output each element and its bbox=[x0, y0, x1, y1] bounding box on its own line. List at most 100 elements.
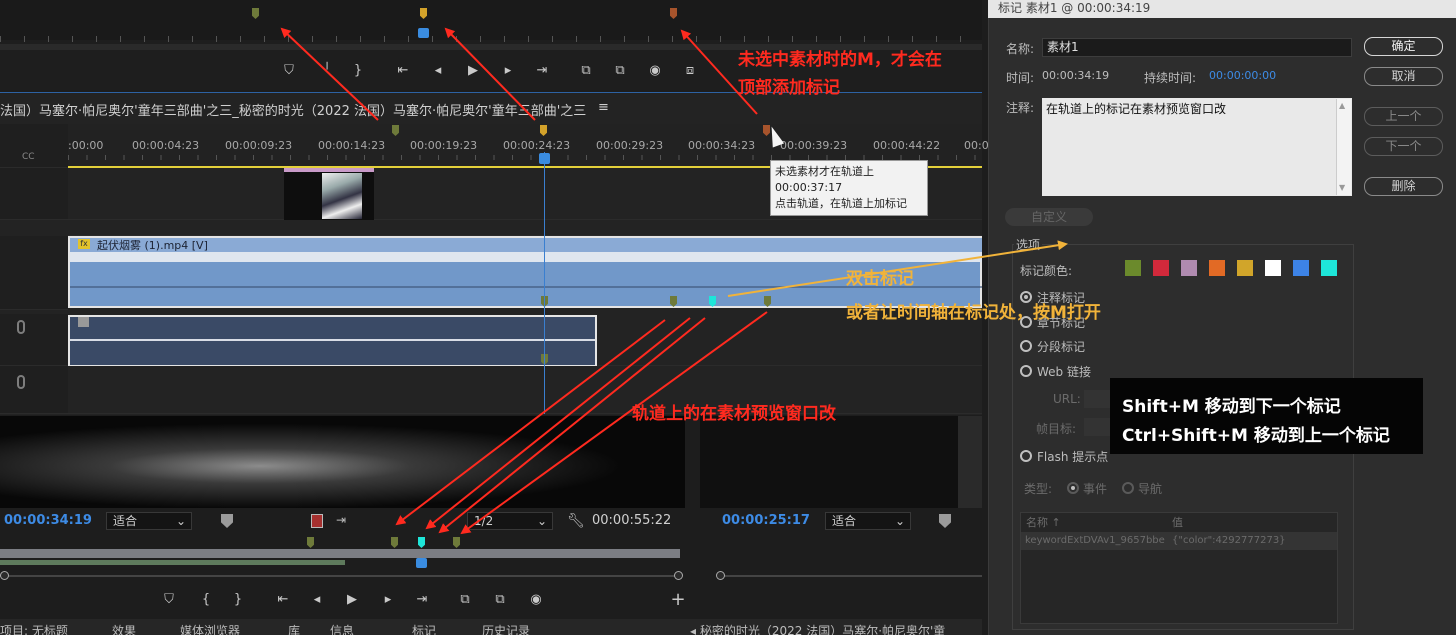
program-fit-select[interactable]: 适合 ⌄ bbox=[825, 512, 911, 530]
radio-flash-cue[interactable] bbox=[1020, 450, 1032, 462]
radio-label: 分段标记 bbox=[1037, 340, 1086, 354]
audio-clip[interactable] bbox=[68, 315, 597, 367]
scroll-down-icon[interactable]: ▼ bbox=[1339, 183, 1345, 192]
go-to-out-button[interactable]: ⇥ bbox=[412, 590, 432, 610]
overwrite-button[interactable]: ⧉ bbox=[490, 590, 510, 610]
step-back-button[interactable]: ◂ bbox=[428, 62, 448, 80]
add-button[interactable]: + bbox=[668, 590, 688, 610]
go-to-in-button[interactable]: ⇤ bbox=[393, 62, 413, 80]
mark-in-button[interactable]: { bbox=[196, 590, 216, 610]
radio-event[interactable] bbox=[1067, 482, 1079, 494]
time-value[interactable]: 00:00:34:19 bbox=[1042, 69, 1109, 82]
menu-icon[interactable]: ≡ bbox=[598, 100, 609, 115]
radio-segment-marker[interactable] bbox=[1020, 340, 1032, 352]
scroll-up-icon[interactable]: ▲ bbox=[1339, 101, 1345, 110]
notes-scrollbar[interactable] bbox=[1336, 99, 1351, 195]
mark-in-button[interactable]: ╵ bbox=[317, 62, 337, 80]
cancel-button[interactable]: 取消 bbox=[1364, 67, 1443, 86]
track-header-a2[interactable] bbox=[0, 366, 68, 414]
export-frame-button[interactable]: ◉ bbox=[645, 62, 665, 80]
program-timecode[interactable]: 00:00:25:17 bbox=[722, 513, 810, 528]
color-swatch[interactable] bbox=[1237, 260, 1253, 276]
radio-navigation[interactable] bbox=[1122, 482, 1134, 494]
mark-out-button[interactable]: } bbox=[228, 590, 248, 610]
track-a2[interactable] bbox=[68, 366, 982, 414]
mark-out-button[interactable]: } bbox=[348, 62, 368, 80]
tab-library[interactable]: 库 bbox=[288, 622, 300, 635]
duration-value[interactable]: 00:00:00:00 bbox=[1209, 69, 1276, 82]
tooltip-line: 未选素材才在轨道上 bbox=[775, 165, 874, 178]
add-marker-button[interactable]: ⛉ bbox=[279, 62, 299, 80]
color-swatch[interactable] bbox=[1209, 260, 1225, 276]
go-to-out-button[interactable]: ⇥ bbox=[532, 62, 552, 80]
radio-label: 导航 bbox=[1138, 482, 1163, 496]
export-frame-button[interactable]: ◉ bbox=[526, 590, 546, 610]
tab-info[interactable]: 信息 bbox=[330, 622, 354, 635]
tab-history[interactable]: 历史记录 bbox=[482, 622, 530, 635]
sequence-title[interactable]: 法国）马塞尔·帕尼奥尔'童年三部曲'之三_秘密的时光（2022 法国）马塞尔·帕… bbox=[0, 100, 640, 118]
color-swatch[interactable] bbox=[1153, 260, 1169, 276]
source-zoom-bar[interactable] bbox=[0, 575, 680, 577]
frame-target-label: 帧目标: bbox=[1036, 422, 1077, 436]
zoom-handle-left[interactable] bbox=[0, 571, 9, 580]
color-swatch[interactable] bbox=[1181, 260, 1197, 276]
color-swatch[interactable] bbox=[1125, 260, 1141, 276]
microphone-icon[interactable] bbox=[17, 320, 25, 334]
track-header-v2[interactable] bbox=[0, 168, 68, 220]
next-button[interactable]: 下一个 bbox=[1364, 137, 1443, 156]
ok-button[interactable]: 确定 bbox=[1364, 37, 1443, 56]
insert-icon[interactable]: ⇥ bbox=[336, 513, 346, 527]
radio-label: 事件 bbox=[1083, 482, 1108, 496]
table-header-name[interactable]: 名称 ↑ bbox=[1026, 514, 1061, 530]
tab-media-browser[interactable]: 媒体浏览器 bbox=[180, 622, 240, 635]
source-marker-bar[interactable] bbox=[0, 535, 685, 547]
source-scrub-bar[interactable] bbox=[0, 549, 680, 558]
step-back-button[interactable]: ◂ bbox=[307, 590, 327, 610]
play-button[interactable]: ▶ bbox=[342, 590, 362, 610]
zoom-handle-left[interactable] bbox=[716, 571, 725, 580]
lift-button[interactable]: ⧉ bbox=[576, 62, 596, 80]
tab-sequence[interactable]: ◂ 秘密的时光（2022 法国）马塞尔·帕尼奥尔'童 bbox=[690, 622, 982, 635]
play-button[interactable]: ▶ bbox=[463, 62, 483, 80]
table-header-value[interactable]: 值 bbox=[1172, 514, 1183, 530]
previous-button[interactable]: 上一个 bbox=[1364, 107, 1443, 126]
color-swatch[interactable] bbox=[1321, 260, 1337, 276]
go-to-in-button[interactable]: ⇤ bbox=[273, 590, 293, 610]
top-playhead[interactable] bbox=[418, 28, 429, 38]
comparison-view-button[interactable]: ⧈ bbox=[680, 62, 700, 80]
color-swatch[interactable] bbox=[1293, 260, 1309, 276]
track-header-a1[interactable] bbox=[0, 314, 68, 366]
safe-margin-icon[interactable] bbox=[311, 514, 323, 528]
top-marker-ruler[interactable] bbox=[0, 0, 982, 40]
playhead-head[interactable] bbox=[539, 153, 550, 164]
tab-markers[interactable]: 标记 bbox=[412, 622, 436, 635]
duration-label: 持续时间: bbox=[1144, 71, 1197, 85]
tab-effects[interactable]: 效果 bbox=[112, 622, 136, 635]
tab-project[interactable]: 项目: 无标题 bbox=[0, 622, 68, 635]
notes-textarea[interactable]: 在轨道上的标记在素材预览窗口改 bbox=[1042, 98, 1352, 196]
zoom-handle-right[interactable] bbox=[674, 571, 683, 580]
insert-button[interactable]: ⧉ bbox=[455, 590, 475, 610]
radio-web-link[interactable] bbox=[1020, 365, 1032, 377]
program-zoom-bar[interactable] bbox=[718, 575, 982, 577]
step-forward-button[interactable]: ▸ bbox=[498, 62, 518, 80]
track-header-v1[interactable] bbox=[0, 236, 68, 310]
clip-thumbnail-image bbox=[322, 173, 362, 219]
wrench-icon[interactable]: 🔧︎ bbox=[567, 513, 585, 529]
microphone-icon[interactable] bbox=[17, 375, 25, 389]
color-swatch[interactable] bbox=[1265, 260, 1281, 276]
fit-select[interactable]: 适合 ⌄ bbox=[106, 512, 192, 530]
playhead-line[interactable] bbox=[544, 152, 545, 414]
extract-button[interactable]: ⧉ bbox=[610, 62, 630, 80]
name-input[interactable]: 素材1 bbox=[1042, 38, 1352, 57]
delete-button[interactable]: 删除 bbox=[1364, 177, 1443, 196]
custom-button[interactable]: 自定义 bbox=[1005, 208, 1093, 226]
source-playhead[interactable] bbox=[416, 558, 427, 568]
marker-color-label: 标记颜色: bbox=[1020, 264, 1073, 278]
fx-badge: fx bbox=[78, 239, 90, 249]
step-forward-button[interactable]: ▸ bbox=[378, 590, 398, 610]
source-timecode[interactable]: 00:00:34:19 bbox=[4, 513, 92, 528]
captions-label[interactable]: CC bbox=[22, 152, 35, 162]
add-marker-button[interactable]: ⛉ bbox=[159, 590, 179, 610]
resolution-select[interactable]: 1/2 ⌄ bbox=[467, 512, 553, 530]
